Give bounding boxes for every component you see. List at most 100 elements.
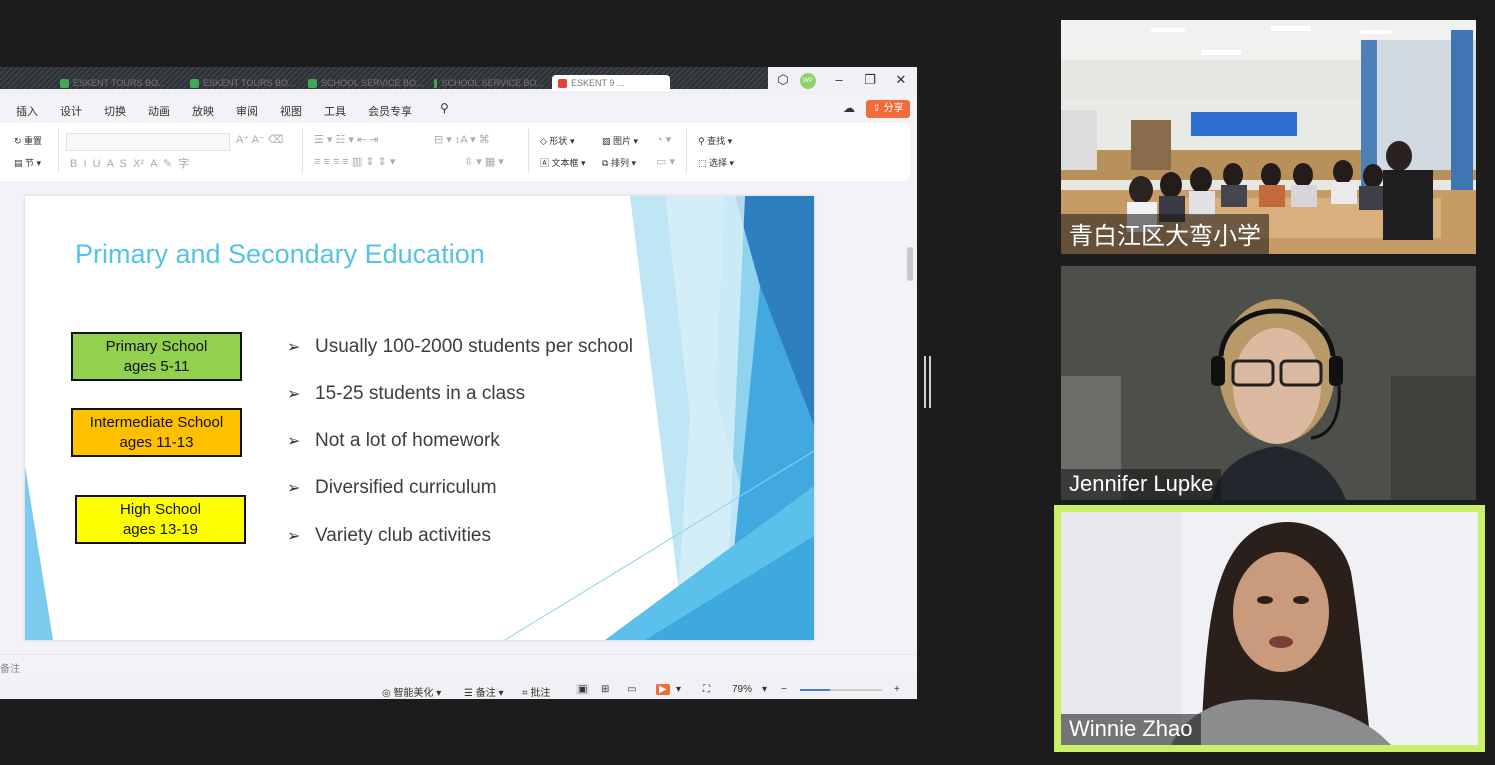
cube-icon[interactable]: ⬡ — [774, 72, 792, 88]
section-button[interactable]: ▤ 节 ▾ — [14, 156, 41, 169]
menu-design[interactable]: 设计 — [60, 103, 82, 119]
primary-school-box: Primary School ages 5-11 — [71, 332, 242, 381]
intermediate-school-box: Intermediate School ages 11-13 — [71, 408, 242, 457]
tab-document-3[interactable]: SCHOOL SERVICE BO... — [308, 76, 428, 90]
font-size-buttons[interactable]: A⁺ A⁻ ⌫ — [236, 133, 283, 146]
jennifer-video-feed — [1061, 266, 1476, 500]
tab-active-document[interactable]: ESKENT 9 ... — [552, 75, 670, 91]
comments-button[interactable]: ⌗ 批注 — [522, 684, 550, 699]
arrow-bullet-icon: ➢ — [287, 528, 301, 545]
arrow-bullet-icon: ➢ — [287, 480, 301, 497]
bullet-item: ➢ Diversified curriculum — [287, 477, 497, 498]
box-ages: ages 11-13 — [119, 434, 194, 451]
slide-sorter-icon[interactable]: ⊞ — [601, 684, 609, 695]
smart-beautify-button[interactable]: ◎ 智能美化 ▾ — [382, 684, 441, 699]
arrow-bullet-icon: ➢ — [287, 386, 301, 403]
zoom-out-icon[interactable]: − — [781, 684, 787, 695]
scrollbar-thumb[interactable] — [907, 247, 913, 281]
menu-membership[interactable]: 会员专享 — [368, 103, 412, 119]
select-button[interactable]: ⬚ 选择 ▾ — [698, 156, 734, 169]
reading-view-icon[interactable]: ▭ — [627, 684, 636, 695]
document-icon — [434, 78, 438, 88]
document-icon — [190, 78, 199, 88]
textbox-button[interactable]: 🄰 文本框 ▾ — [540, 156, 586, 169]
tab-document-2[interactable]: ESKENT TOURS BO... — [190, 76, 300, 90]
menu-slideshow[interactable]: 放映 — [192, 103, 214, 119]
shared-screen: ESKENT TOURS BO... ESKENT TOURS BO... SC… — [0, 67, 917, 699]
status-bar: ◎ 智能美化 ▾ ☰ 备注 ▾ ⌗ 批注 ▣ ⊞ ▭ ▶ ▾ ⛶ 79% ▾ −… — [0, 679, 917, 699]
divider — [58, 129, 59, 173]
play-slideshow-icon[interactable]: ▶ — [656, 684, 670, 695]
font-name-select[interactable] — [66, 133, 230, 151]
divider — [528, 129, 529, 173]
menu-bar: 插入 设计 切换 动画 放映 审阅 视图 工具 会员专享 ⚲ ☁ — [0, 97, 917, 121]
search-icon[interactable]: ⚲ — [440, 101, 449, 115]
tab-document-1[interactable]: ESKENT TOURS BO... — [60, 76, 190, 90]
menu-tools[interactable]: 工具 — [324, 103, 346, 119]
menu-review[interactable]: 审阅 — [236, 103, 258, 119]
avatar[interactable]: WP — [800, 73, 816, 89]
find-button[interactable]: ⚲ 查找 ▾ — [698, 134, 732, 147]
minimize-icon[interactable]: – — [830, 72, 848, 87]
divider — [686, 129, 687, 173]
box-ages: ages 13-19 — [122, 521, 199, 538]
participant-video-tile[interactable]: 青白江区大弯小学 — [1061, 20, 1476, 254]
bullet-item: ➢ 15-25 students in a class — [287, 383, 526, 404]
shape-style-button[interactable]: ◔ ▾ — [656, 133, 671, 146]
spacing-buttons[interactable]: ⇳ ▾ ▦ ▾ — [464, 155, 504, 168]
menu-insert[interactable]: 插入 — [16, 103, 38, 119]
shape-button[interactable]: ◇ 形状 ▾ — [540, 134, 574, 147]
cloud-icon[interactable]: ☁ — [843, 101, 855, 115]
participant-name: Jennifer Lupke — [1061, 469, 1222, 500]
notes-pane[interactable]: 备注 — [0, 654, 917, 677]
chevron-down-icon[interactable]: ▾ — [762, 684, 767, 695]
layout-splitter[interactable] — [924, 356, 932, 408]
document-icon — [308, 78, 317, 88]
winnie-video-feed — [1061, 512, 1478, 745]
notes-button[interactable]: ☰ 备注 ▾ — [464, 684, 504, 699]
menu-transition[interactable]: 切换 — [104, 103, 126, 119]
bullet-item: ➢ Usually 100-2000 students per school — [287, 336, 633, 357]
vertical-scrollbar[interactable] — [905, 187, 915, 657]
slide-title: Primary and Secondary Education — [75, 239, 485, 269]
text-format-buttons[interactable]: B I U A S X² A ✎ 字 — [70, 155, 189, 171]
picture-button[interactable]: ▨ 图片 ▾ — [602, 134, 638, 147]
chevron-down-icon[interactable]: ▾ — [676, 684, 681, 695]
document-icon — [60, 78, 69, 88]
arrow-bullet-icon: ➢ — [287, 339, 301, 356]
menu-view[interactable]: 视图 — [280, 103, 302, 119]
zoom-in-icon[interactable]: + — [894, 684, 900, 695]
active-speaker-tile[interactable]: Winnie Zhao — [1054, 505, 1485, 752]
fit-window-icon[interactable]: ⛶ — [703, 684, 710, 695]
arrange-button[interactable]: ⧉ 排列 ▾ — [602, 156, 636, 169]
arrow-bullet-icon: ➢ — [287, 433, 301, 450]
participant-name: Winnie Zhao — [1061, 714, 1201, 745]
box-label: High School — [120, 501, 201, 518]
align-buttons[interactable]: ≡ ≡ ≡ ≡ ▥ ⇕ ⇕ ▾ — [314, 155, 395, 168]
participant-video-tile[interactable]: Jennifer Lupke — [1061, 266, 1476, 500]
zoom-slider[interactable] — [800, 689, 882, 691]
tab-bar: ESKENT TOURS BO... ESKENT TOURS BO... SC… — [0, 67, 917, 95]
box-ages: ages 5-11 — [123, 358, 190, 375]
ribbon-toolbar: ↻ 重置 ▤ 节 ▾ A⁺ A⁻ ⌫ B I U A S X² A ✎ 字 ☰ … — [0, 123, 910, 181]
bullet-item: ➢ Variety club activities — [287, 525, 491, 546]
notes-placeholder: 备注 — [0, 664, 20, 675]
redo-button[interactable]: ↻ 重置 — [14, 134, 42, 147]
close-icon[interactable]: ✕ — [892, 72, 910, 88]
winnie-video-frame: Winnie Zhao — [1061, 512, 1478, 745]
menu-animation[interactable]: 动画 — [148, 103, 170, 119]
zoom-level[interactable]: 79% — [732, 684, 752, 695]
restore-icon[interactable]: ❐ — [861, 72, 879, 88]
box-label: Intermediate School — [89, 414, 224, 431]
list-buttons[interactable]: ☰ ▾ ☷ ▾ ⇤ ⇥ — [314, 133, 378, 146]
share-button[interactable]: ⇪ 分享 — [866, 100, 910, 118]
tab-document-4[interactable]: SCHOOL SERVICE BO... — [434, 76, 544, 90]
normal-view-icon[interactable]: ▣ — [576, 684, 590, 695]
presentation-icon — [558, 78, 567, 88]
layer-button[interactable]: ▭ ▾ — [656, 155, 675, 168]
participant-name: 青白江区大弯小学 — [1061, 214, 1269, 254]
high-school-box: High School ages 13-19 — [75, 495, 246, 544]
paragraph-buttons[interactable]: ⊟ ▾ ↕A ▾ ⌘ — [434, 133, 490, 146]
box-label: Primary School — [105, 338, 208, 355]
slide-canvas[interactable]: Primary and Secondary Education Primary … — [25, 196, 814, 640]
